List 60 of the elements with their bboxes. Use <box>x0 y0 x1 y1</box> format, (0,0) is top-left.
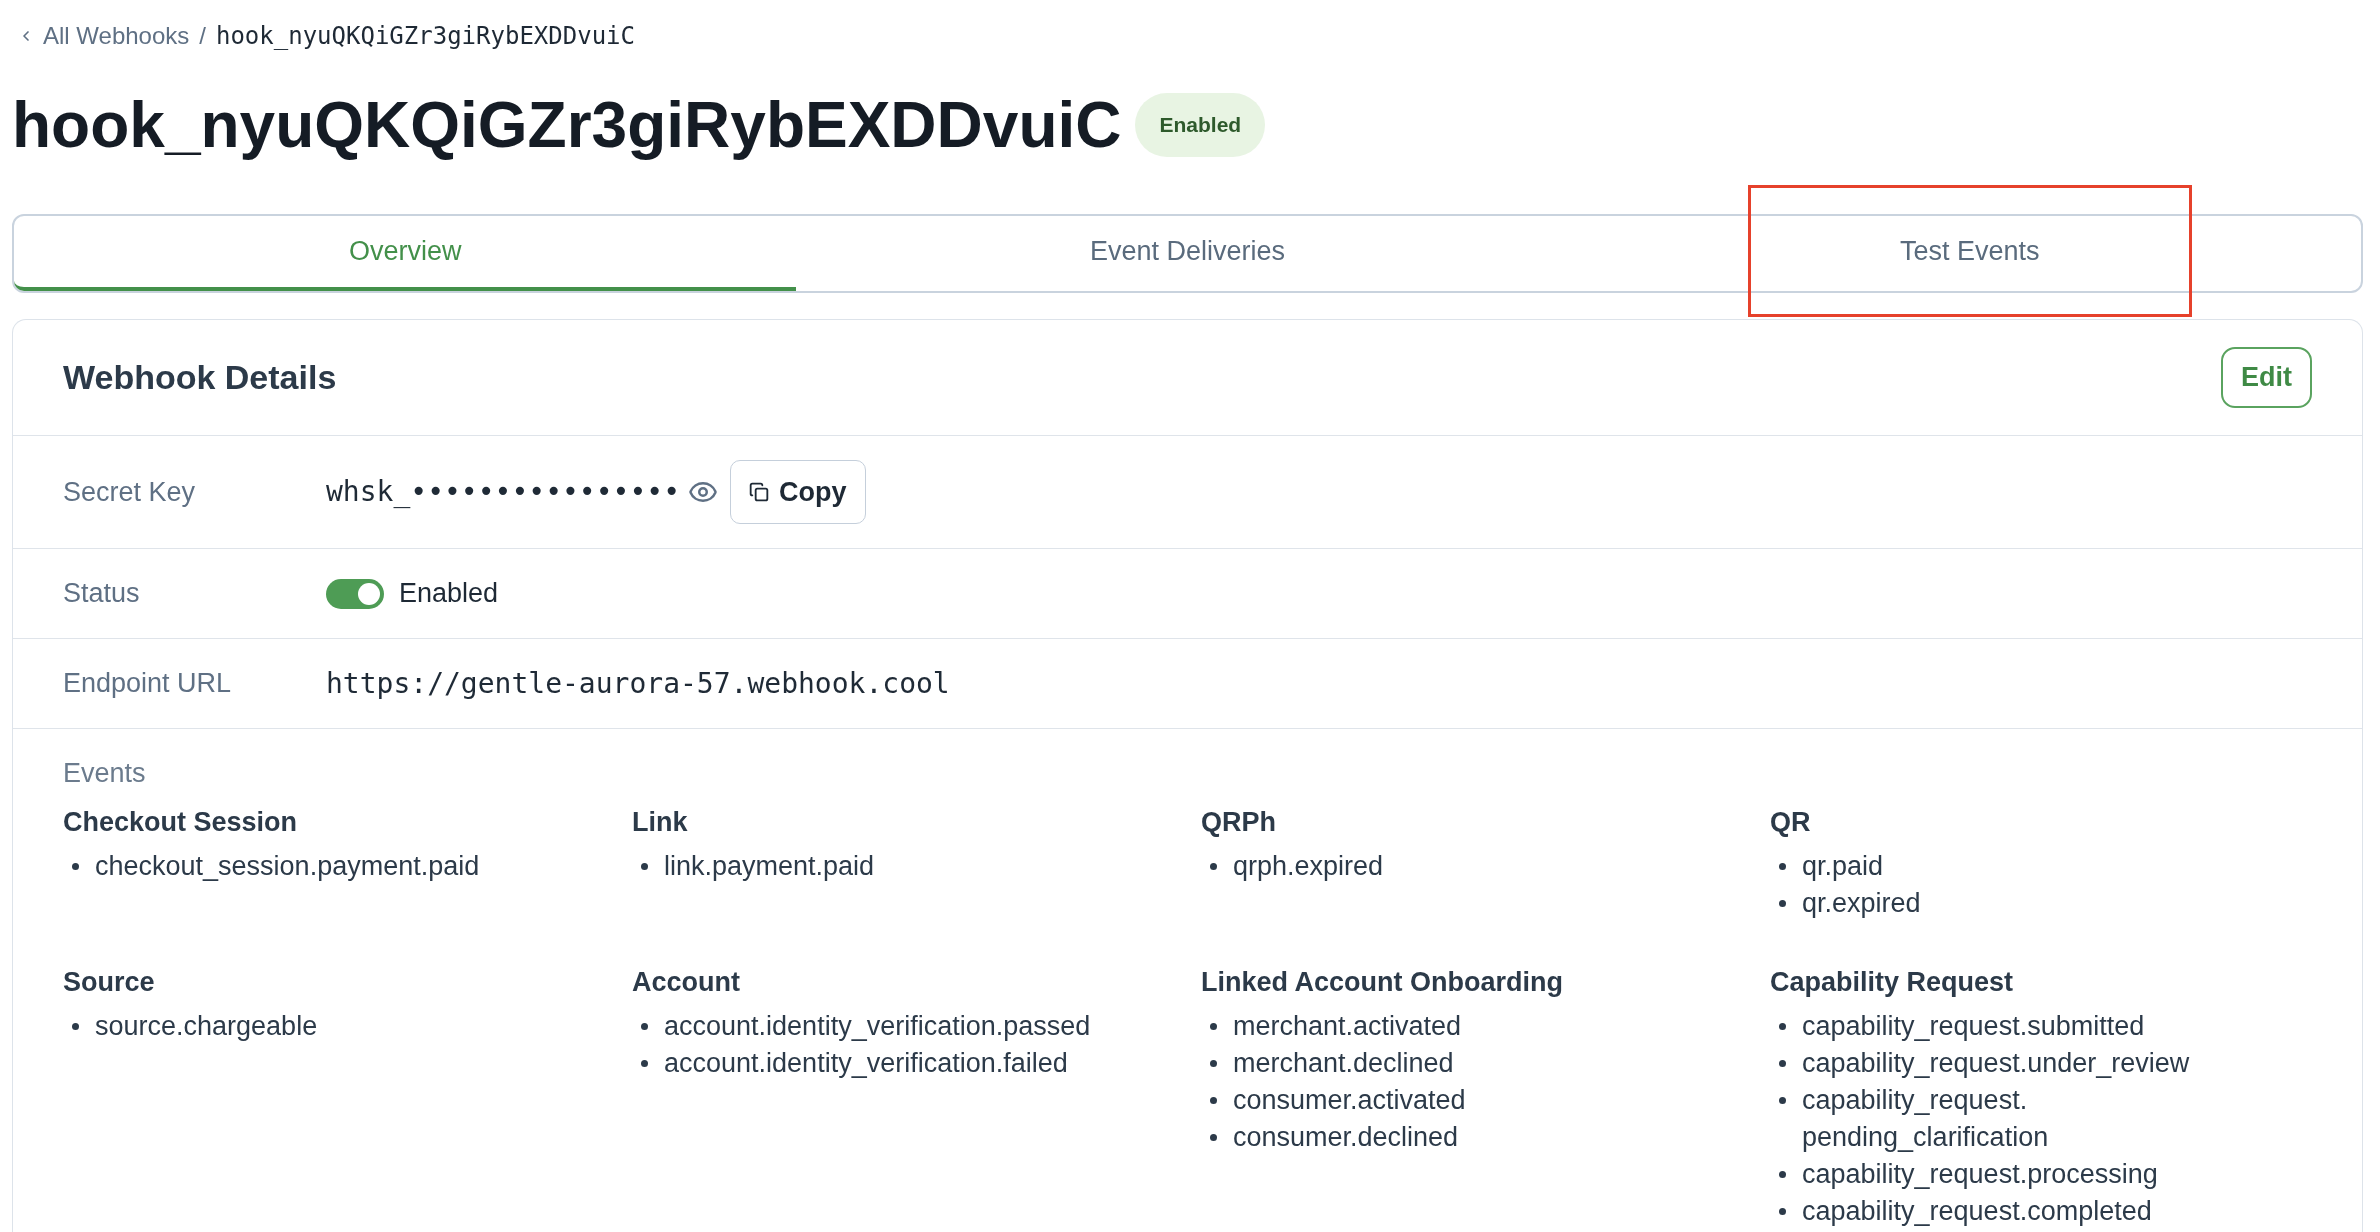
secret-key-value: whsk_•••••••••••••••• <box>326 474 680 510</box>
breadcrumb-separator: / <box>199 21 206 51</box>
copy-button[interactable]: Copy <box>730 460 866 524</box>
breadcrumb-current: hook_nyuQKQiGZr3giRybEXDDvuiC <box>215 21 635 52</box>
bullet-icon <box>1210 1097 1217 1104</box>
bullet-icon <box>641 1023 648 1030</box>
event-group-title: QRPh <box>1201 806 1277 838</box>
field-label: Endpoint URL <box>63 667 233 701</box>
event-group-title: Capability Request <box>1770 966 2015 998</box>
endpoint-url: https://gentle-aurora-57.webhook.cool <box>326 665 950 702</box>
bullet-icon <box>1779 1208 1786 1215</box>
event-group-title: Account <box>632 966 741 998</box>
event-name: source.chargeable <box>95 1010 318 1043</box>
event-name: checkout_session.payment.paid <box>95 850 480 883</box>
bullet-icon <box>1779 900 1786 907</box>
tab[interactable]: Overview <box>14 216 797 291</box>
event-name: consumer.declined <box>1233 1121 1459 1154</box>
event-name: account.identity_verification.passed <box>664 1010 1091 1043</box>
event-name: qrph.expired <box>1233 850 1384 883</box>
toggle-switch[interactable] <box>326 578 384 609</box>
event-name: capability_request.completed <box>1802 1195 2152 1228</box>
event-group-title: Checkout Session <box>63 806 299 838</box>
event-name: merchant.activated <box>1233 1010 1462 1043</box>
bullet-icon <box>641 1060 648 1067</box>
event-name: account.identity_verification.failed <box>664 1047 1068 1080</box>
status-text: Enabled <box>399 577 499 611</box>
event-group-title: Link <box>632 806 689 838</box>
event-name: qr.expired <box>1802 887 1921 920</box>
events-label: Events <box>63 759 147 787</box>
edit-button[interactable]: Edit <box>2221 347 2312 408</box>
bullet-icon <box>1779 1097 1786 1104</box>
breadcrumb-link[interactable]: All Webhooks <box>43 18 190 54</box>
event-name: merchant.declined <box>1233 1047 1454 1080</box>
status-badge: Enabled <box>1135 93 1266 157</box>
event-name: qr.paid <box>1802 850 1884 883</box>
event-group-title: QR <box>1770 806 1812 838</box>
event-name: capability_request.submitted <box>1802 1010 2145 1043</box>
bullet-icon <box>1210 863 1217 870</box>
bullet-icon <box>1779 1023 1786 1030</box>
bullet-icon <box>72 863 79 870</box>
bullet-icon <box>1779 1171 1786 1178</box>
bullet-icon <box>1779 1060 1786 1067</box>
bullet-icon <box>1779 863 1786 870</box>
field-label: Status <box>63 577 141 611</box>
event-group-title: Source <box>63 966 156 998</box>
copy-icon <box>749 482 769 502</box>
event-name: link.payment.paid <box>664 850 875 883</box>
bullet-icon <box>72 1023 79 1030</box>
event-group-title: Linked Account Onboarding <box>1201 966 1564 998</box>
card-title: Webhook Details <box>63 357 337 398</box>
tab[interactable]: Event Deliveries <box>796 216 1579 291</box>
bullet-icon <box>1210 1023 1217 1030</box>
event-name: capability_request.under_review <box>1802 1047 2190 1080</box>
field-label: Secret Key <box>63 475 197 509</box>
event-name: consumer.activated <box>1233 1084 1466 1117</box>
bullet-icon <box>1210 1134 1217 1141</box>
bullet-icon <box>1210 1060 1217 1067</box>
bullet-icon <box>641 863 648 870</box>
tab[interactable]: Test Events <box>1578 216 2361 291</box>
event-name: capability_request.processing <box>1802 1158 2158 1191</box>
